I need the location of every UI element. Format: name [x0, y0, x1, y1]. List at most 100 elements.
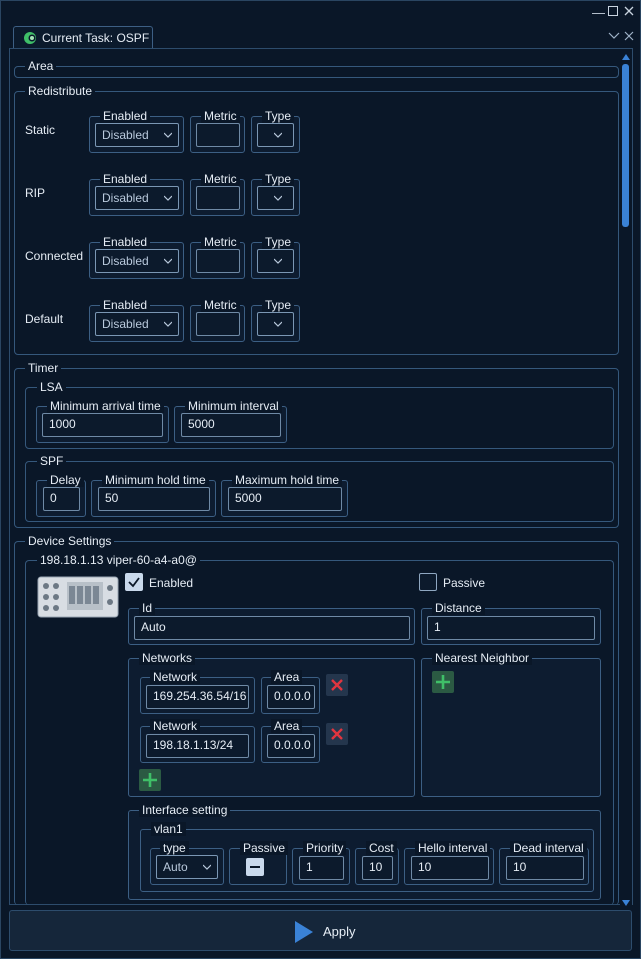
min-interval-input[interactable]: 5000 [181, 413, 281, 437]
rip-type-select[interactable] [257, 186, 294, 210]
close-window-icon[interactable] [624, 6, 634, 16]
chevron-down-icon [164, 321, 172, 327]
rip-metric-label: Metric [201, 172, 240, 186]
area-2-label: Area [271, 719, 303, 733]
chevron-down-icon [164, 132, 172, 138]
delay-input[interactable]: 0 [43, 487, 80, 511]
if-priority-label: Priority [303, 841, 347, 855]
static-enabled-label: Enabled [100, 109, 151, 123]
static-enabled-select[interactable]: Disabled [95, 123, 179, 147]
id-input[interactable]: Auto [134, 616, 410, 640]
if-type-label: type [160, 841, 189, 855]
lsa-legend: LSA [37, 380, 66, 394]
delete-network-2-button[interactable] [326, 723, 348, 745]
connected-enabled-label: Enabled [100, 235, 151, 249]
static-metric-input[interactable] [196, 123, 240, 147]
scroll-up-icon[interactable] [622, 54, 630, 60]
connected-enabled-select[interactable]: Disabled [95, 249, 179, 273]
nearest-neighbor-legend: Nearest Neighbor [432, 651, 533, 665]
static-type-label: Type [262, 109, 295, 123]
network-1-input[interactable]: 169.254.36.54/16 [146, 685, 249, 709]
rip-type-label: Type [262, 172, 295, 186]
chevron-down-icon[interactable] [608, 32, 620, 40]
connected-metric-label: Metric [201, 235, 240, 249]
device-title: 198.18.1.13 viper-60-a4-a0@ [37, 553, 200, 567]
if-dead-input[interactable]: 10 [506, 856, 584, 880]
chevron-down-icon [274, 132, 282, 138]
distance-input[interactable]: 1 [427, 616, 595, 640]
timer-legend: Timer [25, 361, 62, 375]
delay-label: Delay [47, 473, 84, 487]
if-type-select[interactable]: Auto [156, 855, 218, 879]
network-1-label: Network [150, 670, 201, 684]
min-hold-input[interactable]: 50 [98, 487, 210, 511]
scrollbar[interactable] [620, 52, 632, 910]
add-neighbor-button[interactable] [432, 671, 454, 693]
default-enabled-select[interactable]: Disabled [95, 312, 179, 336]
if-dead-label: Dead interval [510, 841, 587, 855]
add-network-button[interactable] [139, 769, 161, 791]
area-group[interactable] [14, 66, 619, 78]
min-hold-label: Minimum hold time [102, 473, 209, 487]
min-arrival-input[interactable]: 1000 [42, 413, 163, 437]
redistribute-legend: Redistribute [25, 84, 96, 98]
rip-metric-input[interactable] [196, 186, 240, 210]
network-2-label: Network [150, 719, 201, 733]
play-icon [295, 921, 313, 943]
if-passive-checkbox[interactable] [246, 858, 264, 876]
delete-network-1-button[interactable] [326, 674, 348, 696]
area-legend: Area [25, 59, 57, 73]
close-tab-icon[interactable] [624, 31, 634, 41]
device-settings-legend: Device Settings [25, 534, 115, 548]
delete-icon [331, 728, 343, 740]
apply-label: Apply [323, 924, 356, 939]
tab-title: Current Task: OSPF [42, 31, 150, 45]
network-2-input[interactable]: 198.18.1.13/24 [146, 734, 249, 758]
enabled-checkbox[interactable] [125, 573, 143, 591]
plus-icon [436, 675, 450, 689]
chevron-down-icon [164, 195, 172, 201]
scroll-down-icon[interactable] [622, 900, 630, 906]
vlan1-legend: vlan1 [151, 822, 186, 836]
connected-metric-input[interactable] [196, 249, 240, 273]
connected-label: Connected [25, 249, 84, 263]
rip-enabled-select[interactable]: Disabled [95, 186, 179, 210]
static-label: Static [25, 123, 56, 137]
scrollbar-thumb[interactable] [622, 64, 629, 227]
chevron-down-icon [274, 321, 282, 327]
area-1-input[interactable]: 0.0.0.0 [267, 685, 315, 709]
connected-type-select[interactable] [257, 249, 294, 273]
maximize-button[interactable] [608, 6, 618, 16]
default-metric-input[interactable] [196, 312, 240, 336]
networks-legend: Networks [139, 651, 196, 665]
tab-current-task[interactable]: Current Task: OSPF [13, 26, 153, 48]
default-label: Default [25, 312, 64, 326]
enabled-label: Enabled [149, 576, 194, 590]
chevron-down-icon [274, 258, 282, 264]
chevron-down-icon [203, 864, 211, 870]
static-type-select[interactable] [257, 123, 294, 147]
max-hold-label: Maximum hold time [232, 473, 343, 487]
chevron-down-icon [164, 258, 172, 264]
distance-label: Distance [432, 601, 485, 615]
ospf-task-icon [24, 32, 36, 44]
if-hello-input[interactable]: 10 [411, 856, 489, 880]
check-icon [128, 577, 140, 588]
indeterminate-icon [250, 866, 260, 868]
if-cost-input[interactable]: 10 [362, 856, 393, 880]
minimize-button[interactable]: — [592, 6, 605, 20]
if-priority-input[interactable]: 1 [299, 856, 344, 880]
area-2-input[interactable]: 0.0.0.0 [267, 734, 315, 758]
passive-label: Passive [443, 576, 486, 590]
apply-button[interactable]: Apply [9, 910, 632, 951]
static-metric-label: Metric [201, 109, 240, 123]
default-type-select[interactable] [257, 312, 294, 336]
passive-checkbox[interactable] [419, 573, 437, 591]
rip-enabled-label: Enabled [100, 172, 151, 186]
default-type-label: Type [262, 298, 295, 312]
default-metric-label: Metric [201, 298, 240, 312]
connected-type-label: Type [262, 235, 295, 249]
device-image-icon [37, 576, 119, 618]
max-hold-input[interactable]: 5000 [228, 487, 342, 511]
default-enabled-label: Enabled [100, 298, 151, 312]
